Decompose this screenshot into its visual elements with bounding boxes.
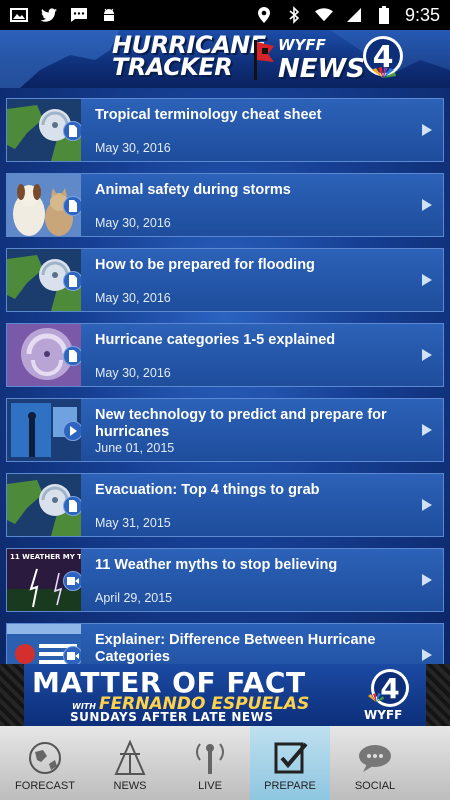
tab-live[interactable]: LIVE <box>170 726 250 800</box>
svg-text:4: 4 <box>380 672 399 705</box>
article-date: May 30, 2016 <box>95 366 171 380</box>
article-date: May 30, 2016 <box>95 291 171 305</box>
document-icon <box>63 121 81 141</box>
article-title: Explainer: Difference Between Hurricane … <box>95 632 376 664</box>
hurricane-tracker-logo: HURRICANE TRACKER <box>112 31 266 81</box>
article-date: May 30, 2016 <box>95 216 171 230</box>
article-date: May 30, 2016 <box>95 141 171 155</box>
ad-banner[interactable]: MATTER OF FACT WITH FERNANDO ESPUELAS SUN… <box>0 664 450 726</box>
chevron-right-icon <box>422 124 432 136</box>
channel-4-badge: 4 <box>363 36 403 78</box>
article-item[interactable]: Animal safety during storms May 30, 2016 <box>6 173 444 237</box>
twitter-icon <box>40 7 58 23</box>
article-item[interactable]: Tropical terminology cheat sheet May 30,… <box>6 98 444 162</box>
article-item[interactable]: Explainer: Difference Between Hurricane … <box>6 623 444 664</box>
article-title: Evacuation: Top 4 things to grab <box>95 482 320 498</box>
article-date: June 01, 2015 <box>95 441 175 455</box>
ad-station-logo: 4 WYFF <box>360 668 418 722</box>
clock: 9:35 <box>404 4 440 25</box>
bluetooth-icon <box>285 6 303 24</box>
chevron-right-icon <box>422 649 432 661</box>
ad-schedule: SUNDAYS AFTER LATE NEWS <box>70 710 274 724</box>
wyff-news4-logo: WYFF NEWS 4 <box>278 34 418 84</box>
tab-label: FORECAST <box>15 780 75 792</box>
bottom-navigation: FORECAST NEWS LIVE PREPARE SOCIAL <box>0 726 450 800</box>
video-icon <box>63 646 81 664</box>
android-icon <box>100 7 118 23</box>
newspaper-icon <box>110 739 150 776</box>
article-list[interactable]: Tropical terminology cheat sheet May 30,… <box>0 88 450 664</box>
article-thumbnail <box>7 324 81 386</box>
document-icon <box>63 496 81 516</box>
article-thumbnail <box>7 399 81 461</box>
battery-icon <box>375 6 393 24</box>
status-bar: 9:35 <box>0 0 450 30</box>
article-item[interactable]: 11 WEATHER MY TO STOP BELIE 11 Weather m… <box>6 548 444 612</box>
wifi-icon <box>314 7 333 23</box>
article-title: Animal safety during storms <box>95 182 291 198</box>
hurricane-flag-icon <box>254 40 274 80</box>
signal-icon <box>345 7 363 23</box>
tab-social[interactable]: SOCIAL <box>330 726 420 800</box>
article-thumbnail <box>7 249 81 311</box>
ad-content[interactable]: MATTER OF FACT WITH FERNANDO ESPUELAS SUN… <box>24 664 426 726</box>
article-title: How to be prepared for flooding <box>95 257 315 273</box>
article-item[interactable]: Hurricane categories 1-5 explained May 3… <box>6 323 444 387</box>
ad-pattern-left <box>0 664 24 726</box>
chevron-right-icon <box>422 424 432 436</box>
chevron-right-icon <box>422 199 432 211</box>
play-icon <box>63 421 81 441</box>
document-icon <box>63 271 81 291</box>
chevron-right-icon <box>422 274 432 286</box>
tab-label: NEWS <box>113 780 147 792</box>
article-date: May 31, 2015 <box>95 516 171 530</box>
article-item[interactable]: How to be prepared for flooding May 30, … <box>6 248 444 312</box>
svg-text:11 WEATHER MY TO STOP BELIE: 11 WEATHER MY TO STOP BELIE <box>10 553 81 561</box>
chat-cloud-icon <box>355 740 395 776</box>
tab-label: LIVE <box>198 780 222 792</box>
document-icon <box>63 196 81 216</box>
chevron-right-icon <box>422 574 432 586</box>
tab-prepare[interactable]: PREPARE <box>250 726 330 800</box>
tab-forecast[interactable]: FORECAST <box>0 726 90 800</box>
location-icon <box>255 7 273 23</box>
tab-news[interactable]: NEWS <box>90 726 170 800</box>
chat-icon <box>70 7 88 23</box>
article-title: Tropical terminology cheat sheet <box>95 107 322 123</box>
chevron-right-icon <box>422 349 432 361</box>
article-thumbnail: 11 WEATHER MY TO STOP BELIE <box>7 549 81 611</box>
article-title: New technology to predict and prepare fo… <box>95 407 387 440</box>
tab-label: SOCIAL <box>354 780 396 792</box>
article-title: Hurricane categories 1-5 explained <box>95 332 336 348</box>
ad-pattern-right <box>426 664 450 726</box>
article-item[interactable]: New technology to predict and prepare fo… <box>6 398 444 462</box>
article-thumbnail <box>7 474 81 536</box>
article-date: April 29, 2015 <box>95 591 173 605</box>
document-icon <box>63 346 81 366</box>
image-icon <box>10 7 28 23</box>
article-thumbnail <box>7 624 81 664</box>
tab-label: PREPARE <box>264 780 316 792</box>
checklist-icon <box>270 740 310 776</box>
globe-icon <box>25 740 65 776</box>
article-thumbnail <box>7 99 81 161</box>
article-title: 11 Weather myths to stop believing <box>95 557 338 573</box>
chevron-right-icon <box>422 499 432 511</box>
video-icon <box>63 571 81 591</box>
article-item[interactable]: Evacuation: Top 4 things to grab May 31,… <box>6 473 444 537</box>
app-header: HURRICANE TRACKER WYFF NEWS 4 <box>0 30 450 88</box>
article-thumbnail <box>7 174 81 236</box>
broadcast-icon <box>190 740 230 776</box>
